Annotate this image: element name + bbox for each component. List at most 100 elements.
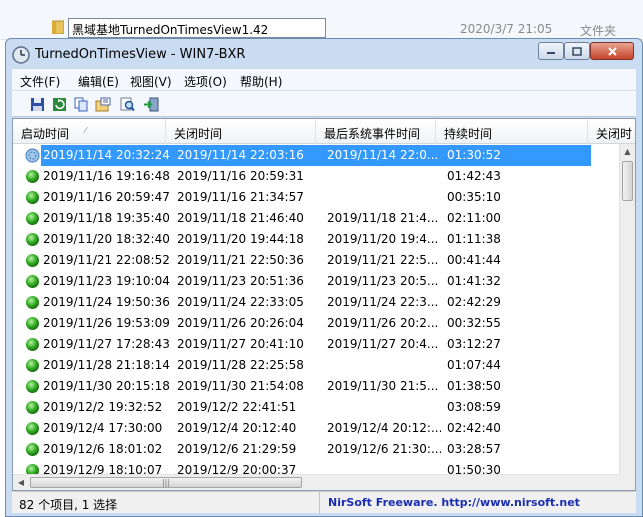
status-bar: 82 个项目, 1 选择 NirSoft Freeware. http://ww… bbox=[12, 491, 636, 514]
cell-duration: 01:42:43 bbox=[447, 169, 501, 183]
horizontal-scrollbar[interactable]: ◀ ||| bbox=[13, 474, 621, 490]
selected-status-icon bbox=[25, 148, 40, 163]
table-row[interactable]: 2019/11/14 20:32:24 2019/11/14 22:03:16 20… bbox=[13, 145, 623, 166]
cell-end-time: 2019/11/18 21:46:40 bbox=[177, 211, 304, 225]
table-row[interactable]: 2019/11/16 19:16:48 2019/11/16 20:59:31 01… bbox=[13, 166, 623, 187]
cell-duration: 03:12:27 bbox=[447, 337, 501, 351]
cell-end-time: 2019/11/21 22:50:36 bbox=[177, 253, 304, 267]
background-file-date: 2020/3/7 21:05 bbox=[460, 22, 553, 36]
save-icon bbox=[30, 97, 44, 111]
cell-duration: 01:11:38 bbox=[447, 232, 501, 246]
save-button[interactable] bbox=[28, 95, 46, 113]
cell-duration: 03:08:59 bbox=[447, 400, 501, 414]
table-row[interactable]: 2019/12/2 19:32:52 2019/12/2 22:41:51 03:0… bbox=[13, 397, 623, 418]
table-row[interactable]: 2019/11/18 19:35:40 2019/11/18 21:46:40 20… bbox=[13, 208, 623, 229]
table-row[interactable]: 2019/11/26 19:53:09 2019/11/26 20:26:04 20… bbox=[13, 313, 623, 334]
cell-end-time: 2019/11/28 22:25:58 bbox=[177, 358, 304, 372]
table-row[interactable]: 2019/11/23 19:10:04 2019/11/23 20:51:36 20… bbox=[13, 271, 623, 292]
table-row[interactable]: 2019/11/27 17:28:43 2019/11/27 20:41:10 20… bbox=[13, 334, 623, 355]
find-icon bbox=[120, 97, 135, 111]
table-row[interactable]: 2019/11/24 19:50:36 2019/11/24 22:33:05 20… bbox=[13, 292, 623, 313]
column-header-label: 关闭时间 bbox=[174, 127, 223, 141]
table-row[interactable]: 2019/11/20 18:32:40 2019/11/20 19:44:18 20… bbox=[13, 229, 623, 250]
cell-start-time: 2019/11/14 20:32:24 bbox=[41, 145, 171, 166]
copy-icon bbox=[74, 97, 87, 111]
cell-start-time: 2019/11/23 19:10:04 bbox=[43, 274, 170, 288]
column-header-label: 持续时间 bbox=[444, 127, 493, 141]
menu-help[interactable]: 帮助(H) bbox=[240, 73, 282, 90]
sort-ascending-icon: ⁄ bbox=[85, 126, 87, 135]
properties-button[interactable] bbox=[94, 95, 112, 113]
horizontal-scroll-thumb[interactable]: ||| bbox=[30, 477, 302, 488]
cell-start-time: 2019/12/4 17:30:00 bbox=[43, 421, 163, 435]
table-row[interactable]: 2019/11/28 21:18:14 2019/11/28 22:25:58 01… bbox=[13, 355, 623, 376]
minimize-button[interactable] bbox=[538, 42, 564, 60]
table-row[interactable]: 2019/11/21 22:08:52 2019/11/21 22:50:36 20… bbox=[13, 250, 623, 271]
cell-last-event bbox=[321, 166, 441, 187]
cell-last-event: 2019/11/27 20:4... bbox=[327, 337, 439, 351]
cell-start-time: 2019/11/27 17:28:43 bbox=[43, 337, 170, 351]
cell-last-event: 2019/11/18 21:4... bbox=[327, 211, 439, 225]
column-header-end-time[interactable]: 关闭时间 bbox=[166, 119, 316, 144]
green-status-icon bbox=[26, 443, 39, 456]
cell-start-time: 2019/11/24 19:50:36 bbox=[43, 295, 170, 309]
cell-end-time: 2019/11/20 19:44:18 bbox=[177, 232, 304, 246]
cell-last-event: 2019/11/24 22:3... bbox=[327, 295, 439, 309]
copy-button[interactable] bbox=[72, 95, 90, 113]
cell-start-time: 2019/11/16 20:59:47 bbox=[43, 190, 170, 204]
cell-duration: 00:32:55 bbox=[447, 316, 501, 330]
green-status-icon bbox=[26, 212, 39, 225]
cell-last-event bbox=[321, 397, 441, 418]
main-window: TurnedOnTimesView - WIN7-BXR 文件(F) 编辑(E)… bbox=[5, 38, 643, 517]
column-header-label: 最后系统事件时间 bbox=[324, 127, 421, 141]
menu-view[interactable]: 视图(V) bbox=[130, 73, 172, 90]
green-status-icon bbox=[26, 317, 39, 330]
cell-duration: 02:42:29 bbox=[447, 295, 501, 309]
menu-edit[interactable]: 编辑(E) bbox=[78, 73, 119, 90]
cell-end-time: 2019/12/4 20:12:40 bbox=[177, 421, 297, 435]
scroll-up-icon[interactable]: ▲ bbox=[620, 144, 635, 160]
cell-end-time: 2019/11/27 20:41:10 bbox=[177, 337, 304, 351]
background-file-type: 文件夹 bbox=[580, 24, 617, 38]
properties-icon bbox=[95, 97, 111, 111]
cell-start-time: 2019/12/2 19:32:52 bbox=[43, 400, 163, 414]
column-header-label: 启动时间 bbox=[21, 127, 70, 141]
app-clock-icon bbox=[12, 46, 30, 64]
table-row[interactable]: 2019/11/16 20:59:47 2019/11/16 21:34:57 00… bbox=[13, 187, 623, 208]
cell-duration: 01:41:32 bbox=[447, 274, 501, 288]
maximize-button[interactable] bbox=[564, 42, 590, 60]
minimize-icon bbox=[547, 52, 555, 54]
green-status-icon bbox=[26, 233, 39, 246]
vertical-scroll-thumb[interactable] bbox=[622, 161, 633, 201]
folder-icon bbox=[52, 20, 64, 34]
cell-end-time: 2019/11/30 21:54:08 bbox=[177, 379, 304, 393]
column-header-start-time[interactable]: 启动时间 ⁄ bbox=[13, 119, 166, 144]
cell-end-time: 2019/11/24 22:33:05 bbox=[177, 295, 304, 309]
table-row[interactable]: 2019/12/4 17:30:00 2019/12/4 20:12:40 2019… bbox=[13, 418, 623, 439]
cell-duration: 00:35:10 bbox=[447, 190, 501, 204]
background-file-name-field[interactable]: 黑域基地TurnedOnTimesView1.42 bbox=[68, 18, 326, 38]
scroll-left-icon[interactable]: ◀ bbox=[13, 475, 29, 490]
find-button[interactable] bbox=[118, 95, 136, 113]
menu-file[interactable]: 文件(F) bbox=[20, 73, 60, 90]
table-row[interactable]: 2019/11/30 20:15:18 2019/11/30 21:54:08 20… bbox=[13, 376, 623, 397]
exit-button[interactable] bbox=[142, 95, 160, 113]
toolbar bbox=[12, 91, 636, 117]
cell-start-time: 2019/12/6 18:01:02 bbox=[43, 442, 163, 456]
cell-end-time: 2019/12/2 22:41:51 bbox=[177, 400, 297, 414]
menu-options[interactable]: 选项(O) bbox=[184, 73, 227, 90]
column-header-last-event[interactable]: 最后系统事件时间 bbox=[316, 119, 436, 144]
column-header-shutdown[interactable]: 关闭时 bbox=[588, 119, 635, 144]
table-row[interactable]: 2019/12/6 18:01:02 2019/12/6 21:29:59 2019… bbox=[13, 439, 623, 460]
refresh-button[interactable] bbox=[50, 95, 68, 113]
cell-last-event: 2019/12/4 20:12:... bbox=[327, 421, 441, 435]
title-bar[interactable]: TurnedOnTimesView - WIN7-BXR bbox=[6, 39, 642, 69]
cell-last-event: 2019/11/26 20:2... bbox=[327, 316, 439, 330]
cell-start-time: 2019/11/16 19:16:48 bbox=[43, 169, 170, 183]
background-file-row[interactable]: 黑域基地TurnedOnTimesView1.42 2020/3/7 21:05… bbox=[48, 16, 643, 40]
close-button[interactable] bbox=[590, 42, 634, 60]
vertical-scrollbar[interactable]: ▲ bbox=[619, 144, 635, 477]
green-status-icon bbox=[26, 380, 39, 393]
nirsoft-link[interactable]: NirSoft Freeware. http://www.nirsoft.net bbox=[328, 496, 580, 509]
column-header-duration[interactable]: 持续时间 bbox=[436, 119, 588, 144]
